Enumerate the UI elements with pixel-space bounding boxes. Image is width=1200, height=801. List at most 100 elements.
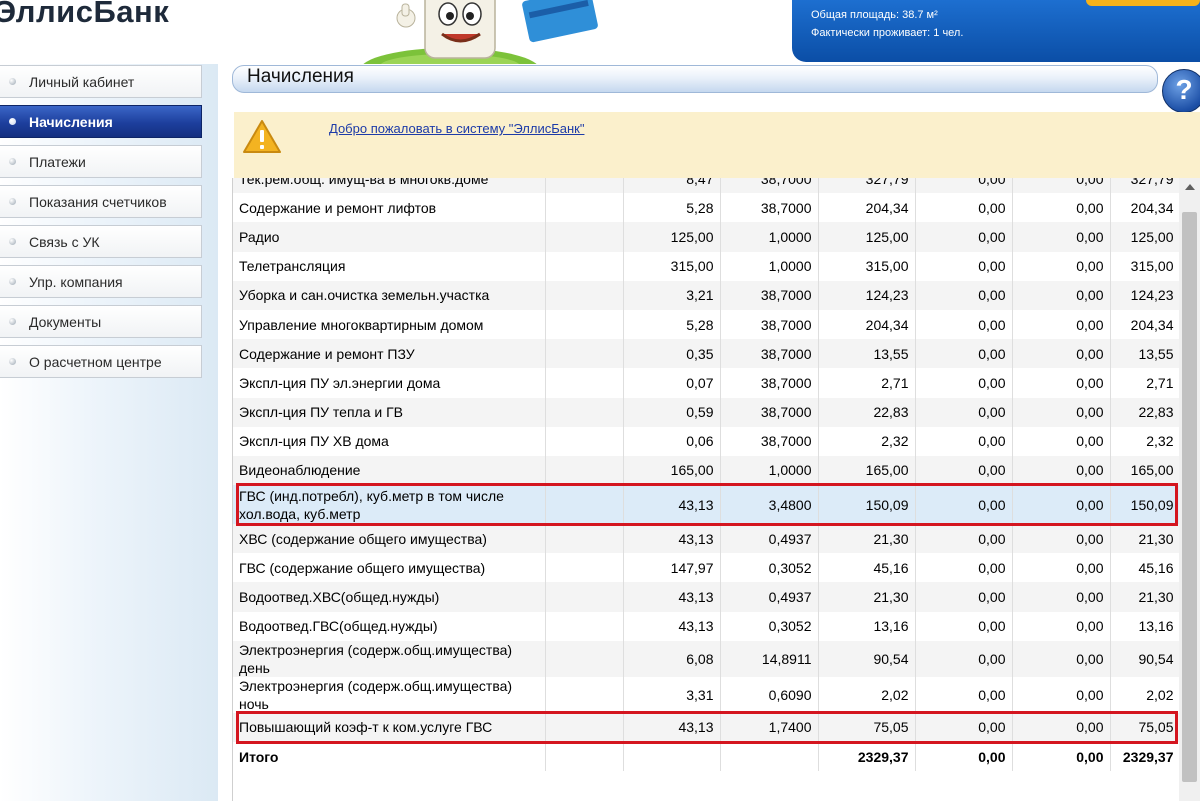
value-cell: 21,30: [818, 524, 916, 554]
spacer-cell: [545, 611, 624, 641]
help-button[interactable]: ?: [1162, 69, 1200, 113]
table-row[interactable]: Электроэнергия (содерж.общ.имущества) де…: [233, 640, 1180, 677]
table-row[interactable]: Содержание и ремонт ПЗУ 0,35 38,7000 13,55 0…: [233, 339, 1180, 369]
table-row[interactable]: Экспл-ция ПУ тепла и ГВ 0,59 38,7000 22,83 0…: [233, 397, 1180, 427]
sidebar-item-about[interactable]: О расчетном центре: [0, 345, 202, 378]
sidebar-item-label: Упр. компания: [29, 274, 123, 290]
value-cell: 38,7000: [720, 193, 819, 223]
spacer-cell: [545, 397, 624, 427]
table-row[interactable]: Электроэнергия (содерж.общ.имущества) но…: [233, 676, 1180, 713]
value-cell: 0,00: [915, 426, 1013, 456]
spacer-cell: [545, 485, 624, 525]
value-cell: 0,06: [623, 426, 721, 456]
value-cell: 0,00: [1012, 524, 1111, 554]
value-cell: 315,00: [623, 251, 721, 281]
value-cell: 327,79: [818, 178, 916, 194]
value-cell: 0,00: [1012, 640, 1111, 677]
value-cell: 0,00: [915, 485, 1013, 525]
value-cell: 8,47: [623, 178, 721, 194]
page-title: Начисления: [247, 66, 354, 87]
table-row[interactable]: Повышающий коэф-т к ком.услуге ГВС 43,13 1…: [233, 712, 1180, 742]
service-name-cell: Содержание и ремонт ПЗУ: [233, 339, 546, 369]
total-area-text: Общая площадь: 38.7 м²: [811, 9, 938, 21]
service-name-cell: Тек.рем.общ. имущ-ва в многокв.доме: [233, 178, 546, 194]
table-row[interactable]: Экспл-ция ПУ ХВ дома 0,06 38,7000 2,32 0,00 0…: [233, 426, 1180, 456]
table-row[interactable]: Телетрансляция 315,00 1,0000 315,00 0,00 0,00…: [233, 251, 1180, 281]
table-row[interactable]: Водоотвед.ГВС(общед.нужды) 43,13 0,3052 13,…: [233, 611, 1180, 641]
welcome-link[interactable]: Добро пожаловать в систему "ЭллисБанк": [329, 121, 584, 136]
spacer-cell: [545, 455, 624, 486]
scroll-up-arrow-icon[interactable]: [1179, 178, 1200, 195]
value-cell: 204,34: [818, 193, 916, 223]
table-row[interactable]: Уборка и сан.очистка земельн.участка 3,21…: [233, 280, 1180, 310]
header: ЭллисБанк Общая площадь: 38.7 м² Фактиче…: [0, 0, 1200, 64]
bullet-icon: [9, 318, 16, 325]
value-cell: 124,23: [818, 280, 916, 310]
value-cell: 0,00: [1012, 455, 1111, 486]
value-cell: 0,59: [623, 397, 721, 427]
service-name-cell: Экспл-ция ПУ тепла и ГВ: [233, 397, 546, 427]
value-cell: 3,4800: [720, 485, 819, 525]
value-cell: 1,7400: [720, 712, 819, 742]
bullet-icon: [9, 118, 16, 125]
table-row[interactable]: Управление многоквартирным домом 5,28 38,7…: [233, 309, 1180, 340]
bullet-icon: [9, 278, 16, 285]
value-cell: 13,55: [818, 339, 916, 369]
bullet-icon: [9, 158, 16, 165]
table-row[interactable]: Тек.рем.общ. имущ-ва в многокв.доме 8,47 3…: [233, 178, 1180, 194]
value-cell: 0,00: [915, 193, 1013, 223]
sidebar-item-meter-readings[interactable]: Показания счетчиков: [0, 185, 202, 218]
sidebar-item-contact-uk[interactable]: Связь с УК: [0, 225, 202, 258]
bullet-icon: [9, 78, 16, 85]
spacer-cell: [545, 178, 624, 194]
help-icon: ?: [1175, 74, 1193, 105]
value-cell: 0,00: [1012, 426, 1111, 456]
value-cell: 165,00: [818, 455, 916, 486]
value-cell: 0,00: [1012, 553, 1111, 583]
service-name-cell: ГВС (содержание общего имущества): [233, 553, 546, 583]
sidebar-item-documents[interactable]: Документы: [0, 305, 202, 338]
table-row[interactable]: Содержание и ремонт лифтов 5,28 38,7000 204…: [233, 193, 1180, 223]
scrollbar-thumb[interactable]: [1182, 212, 1197, 782]
value-cell: 1,0000: [720, 222, 819, 252]
table-row[interactable]: ГВС (содержание общего имущества) 147,97 0…: [233, 553, 1180, 583]
value-cell: 45,16: [818, 553, 916, 583]
value-cell: 0,00: [1012, 676, 1111, 713]
service-name-cell: Итого: [233, 742, 546, 772]
sidebar-item-charges[interactable]: Начисления: [0, 105, 202, 138]
sidebar-item-label: Платежи: [29, 154, 86, 170]
table-row[interactable]: Радио 125,00 1,0000 125,00 0,00 0,00 125,00: [233, 222, 1180, 252]
spacer-cell: [545, 742, 624, 772]
value-cell: 0,00: [1012, 222, 1111, 252]
value-cell: 45,16: [1110, 553, 1180, 583]
value-cell: 43,13: [623, 485, 721, 525]
sidebar-item-cabinet[interactable]: Личный кабинет: [0, 65, 202, 98]
value-cell: 0,00: [915, 611, 1013, 641]
sidebar: Личный кабинет Начисления Платежи Показа…: [0, 64, 218, 801]
table-row[interactable]: ГВС (инд.потребл), куб.метр в том числе …: [233, 485, 1180, 525]
value-cell: 0,00: [1012, 582, 1111, 612]
value-cell: 75,05: [1110, 712, 1180, 742]
table-row[interactable]: Видеонаблюдение 165,00 1,0000 165,00 0,00 0,0…: [233, 455, 1180, 486]
table-row[interactable]: Итого 2329,37 0,00 0,00 2329,37: [233, 742, 1180, 772]
service-name-cell: Повышающий коэф-т к ком.услуге ГВС: [233, 712, 546, 742]
table-row[interactable]: Водоотвед.ХВС(общед.нужды) 43,13 0,4937 21,…: [233, 582, 1180, 612]
sidebar-item-management-company[interactable]: Упр. компания: [0, 265, 202, 298]
value-cell: 0,00: [915, 309, 1013, 340]
value-cell: 0,00: [915, 222, 1013, 252]
service-name-cell: ГВС (инд.потребл), куб.метр в том числе …: [233, 485, 546, 525]
sidebar-item-payments[interactable]: Платежи: [0, 145, 202, 178]
spacer-cell: [545, 582, 624, 612]
header-action-button[interactable]: [1086, 0, 1200, 6]
table-row[interactable]: Экспл-ция ПУ эл.энергии дома 0,07 38,7000 2…: [233, 368, 1180, 398]
value-cell: 14,8911: [720, 640, 819, 677]
value-cell: 21,30: [1110, 524, 1180, 554]
value-cell: 13,55: [1110, 339, 1180, 369]
value-cell: 315,00: [818, 251, 916, 281]
spacer-cell: [545, 368, 624, 398]
value-cell: 150,09: [818, 485, 916, 525]
value-cell: 0,3052: [720, 611, 819, 641]
scrollbar[interactable]: [1179, 178, 1200, 801]
table-row[interactable]: ХВС (содержание общего имущества) 43,13 0,…: [233, 524, 1180, 554]
value-cell: 6,08: [623, 640, 721, 677]
